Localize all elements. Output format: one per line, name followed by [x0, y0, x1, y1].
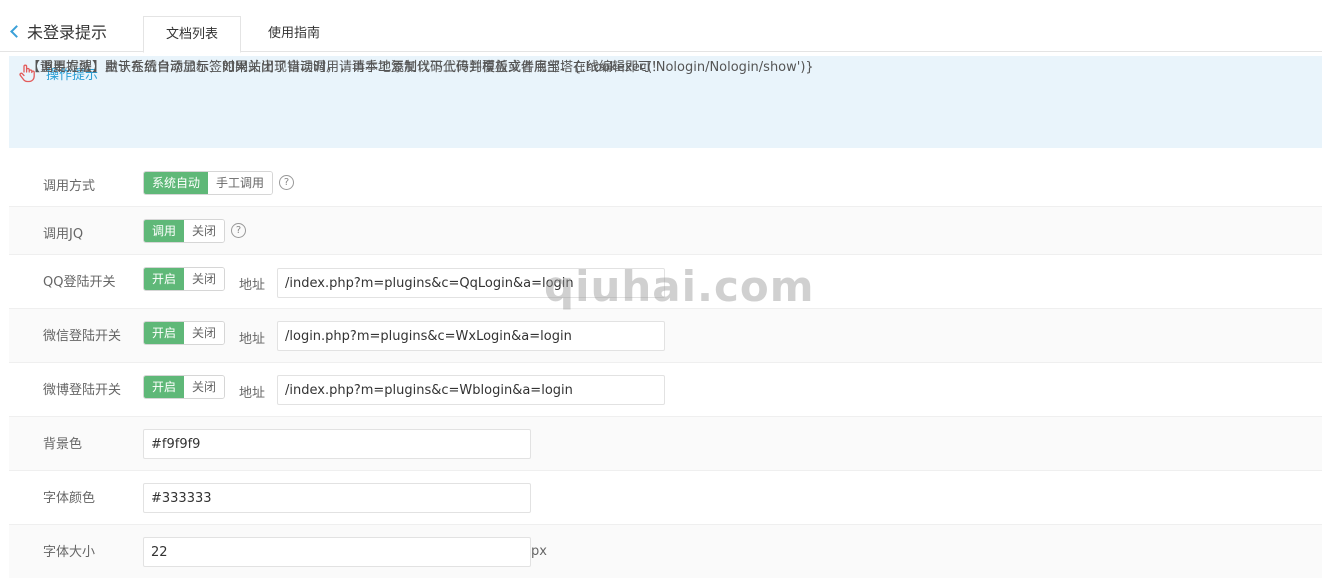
- help-icon[interactable]: ?: [231, 223, 246, 238]
- option-call[interactable]: 调用: [144, 220, 185, 242]
- option-off[interactable]: 关闭: [184, 376, 225, 398]
- form-row-font-color: 字体颜色: [9, 470, 1322, 524]
- qq-login-url-input[interactable]: [277, 268, 665, 298]
- form-row-call-mode: 调用方式 系统自动 手工调用 ?: [9, 158, 1322, 206]
- font-color-input[interactable]: [143, 483, 531, 513]
- field-label: 微博登陆开关: [43, 383, 122, 398]
- form-row-call-jq: 调用JQ 调用 关闭 ?: [9, 206, 1322, 254]
- address-label: 地址: [239, 386, 266, 401]
- address-label: 地址: [239, 332, 266, 347]
- back-button[interactable]: 未登录提示: [8, 20, 107, 42]
- wb-login-toggle: 开启 关闭: [143, 375, 226, 399]
- option-off[interactable]: 关闭: [184, 322, 225, 344]
- wx-login-toggle: 开启 关闭: [143, 321, 226, 345]
- tip-line: 【重要提醒】由于在后台添加标签时网站出现错误时，请再本地添加代码上传并覆盖或者用…: [27, 56, 664, 76]
- tab-document-list[interactable]: 文档列表: [143, 16, 241, 53]
- option-manual-call[interactable]: 手工调用: [208, 172, 273, 194]
- field-label: 背景色: [43, 437, 83, 452]
- font-size-input[interactable]: [143, 537, 531, 567]
- option-on[interactable]: 开启: [144, 376, 185, 398]
- call-mode-toggle: 系统自动 手工调用: [143, 171, 274, 195]
- field-label: 微信登陆开关: [43, 329, 122, 344]
- form-row-bg-color: 背景色: [9, 416, 1322, 470]
- wx-login-url-input[interactable]: [277, 321, 665, 351]
- field-label: 字体大小: [43, 545, 96, 560]
- form-row-font-size: 字体大小 px: [9, 524, 1322, 578]
- wb-login-url-input[interactable]: [277, 375, 665, 405]
- option-close[interactable]: 关闭: [184, 220, 225, 242]
- unit-label: px: [531, 544, 547, 559]
- option-on[interactable]: 开启: [144, 268, 185, 290]
- option-system-auto[interactable]: 系统自动: [144, 172, 209, 194]
- help-icon[interactable]: ?: [279, 175, 294, 190]
- page-title: 未登录提示: [27, 23, 108, 42]
- form-row-qq-login: QQ登陆开关 开启 关闭 地址: [9, 254, 1322, 308]
- field-label: 调用方式: [43, 179, 96, 194]
- option-off[interactable]: 关闭: [184, 268, 225, 290]
- field-label: QQ登陆开关: [43, 275, 116, 290]
- field-label: 调用JQ: [43, 227, 84, 242]
- field-label: 字体颜色: [43, 491, 96, 506]
- chevron-left-icon: [10, 24, 23, 38]
- page-header: 未登录提示 文档列表 使用指南: [0, 0, 1322, 53]
- call-jq-toggle: 调用 关闭: [143, 219, 226, 243]
- option-on[interactable]: 开启: [144, 322, 185, 344]
- form-row-wb-login: 微博登陆开关 开启 关闭 地址: [9, 362, 1322, 416]
- tip-text: 【重要提醒】由于在后台添加标签时网站出现错误时，请再本地添加代码上传并覆盖或者用…: [27, 60, 665, 75]
- bg-color-input[interactable]: [143, 429, 531, 459]
- tab-usage-guide[interactable]: 使用指南: [248, 16, 340, 53]
- address-label: 地址: [239, 278, 266, 293]
- qq-login-toggle: 开启 关闭: [143, 267, 226, 291]
- form-row-wx-login: 微信登陆开关 开启 关闭 地址: [9, 308, 1322, 362]
